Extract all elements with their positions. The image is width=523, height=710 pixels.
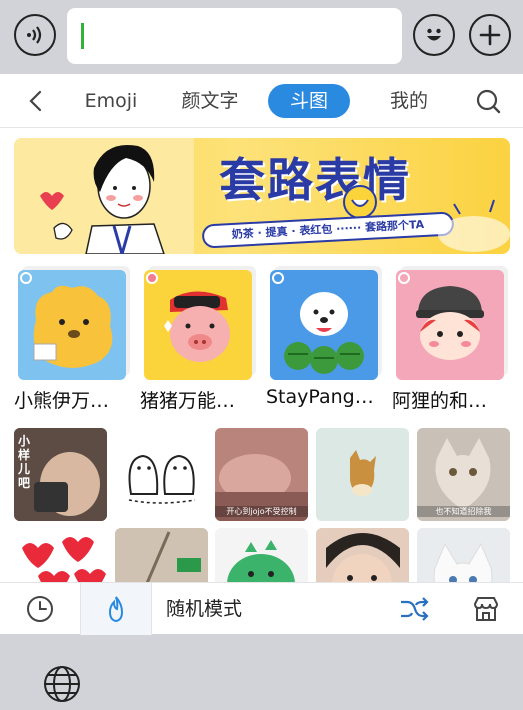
pack-cover — [396, 270, 504, 380]
switch-keyboard-button[interactable] — [42, 664, 82, 708]
chevron-left-icon — [29, 90, 42, 112]
input-bar — [0, 0, 523, 74]
white-cat-thumbnail — [417, 528, 510, 582]
back-button[interactable] — [26, 89, 46, 117]
pack-name: 猪猪万能… — [140, 390, 236, 412]
add-button[interactable] — [469, 14, 511, 56]
voice-wave-icon — [27, 26, 42, 44]
fox-sticker-icon — [398, 272, 484, 360]
tab-kaomoji[interactable]: 颜文字 — [170, 84, 250, 118]
store-button[interactable] — [460, 583, 512, 635]
sticker-pack-item[interactable]: 小熊伊万… — [14, 270, 134, 412]
meme-gif-item[interactable] — [316, 428, 409, 521]
clock-icon — [27, 596, 53, 622]
plus-icon — [479, 24, 501, 46]
message-input[interactable] — [67, 8, 402, 64]
search-button[interactable] — [474, 87, 502, 119]
sticker-pack-item[interactable]: 阿狸的和… — [392, 270, 512, 412]
shop-icon — [473, 597, 499, 621]
gif-caption: 小样儿吧 — [18, 434, 31, 490]
search-icon — [476, 89, 501, 114]
random-mode-label[interactable]: 随机模式 — [166, 583, 242, 635]
text-caret — [81, 23, 84, 49]
globe-icon — [44, 666, 80, 702]
sticker-pack-item[interactable]: StayPang… — [266, 270, 386, 408]
tab-mine[interactable]: 我的 — [374, 84, 444, 118]
pack-cover — [144, 270, 252, 380]
banner-title: 套路表情 — [219, 153, 411, 207]
pig-sticker-icon — [146, 272, 230, 362]
banner-subtitle: 奶茶 · 提真 · 表红包 ······ 套路那个TA — [201, 211, 455, 249]
meme-gif-item[interactable] — [215, 528, 308, 582]
pack-cover — [270, 270, 378, 380]
doge-thumbnail — [316, 428, 409, 521]
dog-watermelon-sticker-icon — [272, 272, 364, 374]
shuffle-button[interactable] — [392, 583, 436, 635]
child-photo-thumbnail — [316, 528, 409, 582]
pack-cover — [18, 270, 126, 380]
meme-gif-item[interactable] — [316, 528, 409, 582]
smiley-face-icon — [427, 28, 441, 41]
meme-gif-item[interactable] — [115, 428, 208, 521]
flame-icon — [108, 596, 124, 623]
meme-toolbar: 随机模式 — [0, 582, 523, 635]
emoji-button[interactable] — [413, 14, 455, 56]
two-blobs-sticker-thumbnail — [128, 454, 196, 504]
tab-emoji[interactable]: Emoji — [78, 84, 144, 118]
tab-meme[interactable]: 斗图 — [268, 84, 350, 118]
voice-input-button[interactable] — [14, 14, 56, 56]
hearts-thumbnail — [22, 537, 106, 582]
banner-character-illustration — [14, 138, 194, 254]
gif-caption: 开心到jojo不受控制 — [215, 506, 308, 517]
meme-gif-item[interactable]: 开心到jojo不受控制 — [215, 428, 308, 521]
meme-gif-item[interactable] — [417, 528, 510, 582]
meme-gif-item[interactable]: 也不知道招除我 — [417, 428, 510, 521]
promo-banner[interactable]: 套路表情 奶茶 · 提真 · 表红包 ······ 套路那个TA — [14, 138, 510, 254]
sticker-pack-item[interactable]: 猪猪万能… — [140, 270, 260, 412]
gif-caption: 也不知道招除我 — [417, 506, 510, 517]
pack-name: 小熊伊万… — [14, 390, 110, 412]
recent-button[interactable] — [0, 583, 80, 635]
banner-cloud-decor — [438, 199, 510, 252]
pack-name: 阿狸的和… — [392, 390, 488, 412]
green-dino-thumbnail — [227, 540, 295, 582]
exit-sign-thumbnail — [115, 528, 208, 582]
meme-gif-item[interactable] — [115, 528, 208, 582]
bear-sticker-icon — [20, 272, 113, 368]
meme-panel: 套路表情 奶茶 · 提真 · 表红包 ······ 套路那个TA 小熊伊万… 猪… — [0, 128, 523, 582]
hot-button[interactable] — [80, 583, 152, 635]
meme-gif-item[interactable]: 小样儿吧 — [14, 428, 107, 521]
meme-gif-item[interactable] — [14, 528, 107, 582]
shuffle-icon — [401, 597, 429, 621]
pack-name: StayPang… — [266, 386, 374, 408]
category-tabs: Emoji 颜文字 斗图 我的 — [0, 74, 523, 128]
